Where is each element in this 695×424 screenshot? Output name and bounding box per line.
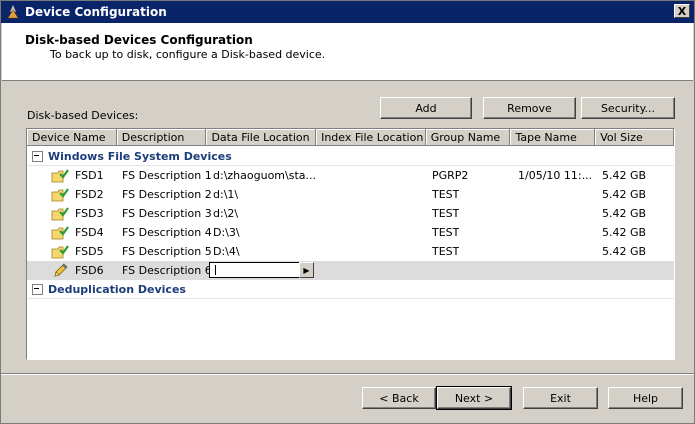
remove-button[interactable]: Remove xyxy=(483,97,576,119)
device-configuration-window: Device Configuration X Disk-based Device… xyxy=(0,0,695,424)
app-icon xyxy=(7,4,19,19)
collapse-icon[interactable] xyxy=(32,283,43,295)
vol-size: 5.42 GB xyxy=(602,245,647,258)
wizard-header: Disk-based Devices Configuration To back… xyxy=(2,23,693,81)
group-row-deduplication[interactable]: Deduplication Devices xyxy=(27,280,674,299)
group-name: TEST xyxy=(432,207,460,220)
vol-size: 5.42 GB xyxy=(602,207,647,220)
folder-check-icon xyxy=(51,188,69,202)
data-file-location: d:\2\ xyxy=(213,207,239,220)
folder-check-icon xyxy=(51,245,69,259)
data-file-location: D:\3\ xyxy=(213,226,240,239)
folder-check-icon xyxy=(51,207,69,221)
device-name: FSD6 xyxy=(75,264,104,277)
devices-grid[interactable]: Device Name Description Data File Locati… xyxy=(26,128,675,360)
column-header-group-name[interactable]: Group Name xyxy=(425,129,511,146)
page-subtitle: To back up to disk, configure a Disk-bas… xyxy=(50,48,326,61)
table-row[interactable]: FSD3 FS Description 3 d:\2\ TEST 5.42 GB xyxy=(27,204,674,223)
device-name: FSD5 xyxy=(75,245,104,258)
folder-check-icon xyxy=(51,226,69,240)
footer-separator xyxy=(1,373,694,375)
back-button[interactable]: < Back xyxy=(362,387,436,409)
page-title: Disk-based Devices Configuration xyxy=(25,33,253,47)
help-button[interactable]: Help xyxy=(608,387,683,409)
device-description: FS Description 2 xyxy=(122,188,212,201)
table-row[interactable]: FSD2 FS Description 2 d:\1\ TEST 5.42 GB xyxy=(27,185,674,204)
title-bar: Device Configuration X xyxy=(1,1,694,23)
play-arrow-icon: ▶ xyxy=(303,265,310,275)
device-description: FS Description 5 xyxy=(122,245,212,258)
group-name: TEST xyxy=(432,226,460,239)
device-description: FS Description 1 xyxy=(122,169,212,182)
data-file-location: d:\1\ xyxy=(213,188,239,201)
column-header-vol-size[interactable]: Vol Size xyxy=(595,129,674,146)
table-row[interactable]: FSD5 FS Description 5 D:\4\ TEST 5.42 GB xyxy=(27,242,674,261)
folder-check-icon xyxy=(51,169,69,183)
device-name: FSD1 xyxy=(75,169,104,182)
group-row-windows-fs[interactable]: Windows File System Devices xyxy=(27,147,674,166)
device-description: FS Description 4 xyxy=(122,226,212,239)
device-name: FSD4 xyxy=(75,226,104,239)
exit-button[interactable]: Exit xyxy=(523,387,598,409)
window-title: Device Configuration xyxy=(25,5,167,19)
data-file-location: D:\4\ xyxy=(213,245,240,258)
group-name: TEST xyxy=(432,188,460,201)
vol-size: 5.42 GB xyxy=(602,226,647,239)
group-name: TEST xyxy=(432,245,460,258)
table-row[interactable]: FSD4 FS Description 4 D:\3\ TEST 5.42 GB xyxy=(27,223,674,242)
column-header-tape-name[interactable]: Tape Name xyxy=(510,129,596,146)
browse-arrow-button[interactable]: ▶ xyxy=(299,262,314,278)
close-icon: X xyxy=(677,4,687,18)
vol-size: 5.42 GB xyxy=(602,188,647,201)
collapse-icon[interactable] xyxy=(32,150,43,162)
add-button[interactable]: Add xyxy=(380,97,472,119)
grid-header: Device Name Description Data File Locati… xyxy=(27,129,674,146)
device-name: FSD3 xyxy=(75,207,104,220)
device-name: FSD2 xyxy=(75,188,104,201)
group-label: Windows File System Devices xyxy=(48,149,232,163)
vol-size: 5.42 GB xyxy=(602,169,647,182)
devices-label: Disk-based Devices: xyxy=(27,109,139,122)
data-file-location: d:\zhaoguom\sta... xyxy=(213,169,316,182)
text-caret xyxy=(215,265,216,275)
tape-name: 1/05/10 11:... xyxy=(518,169,593,182)
column-header-device-name[interactable]: Device Name xyxy=(27,129,117,146)
device-description: FS Description 6 xyxy=(122,264,212,277)
pencil-icon xyxy=(54,263,68,277)
group-label: Deduplication Devices xyxy=(48,282,186,296)
next-button[interactable]: Next > xyxy=(436,386,512,410)
table-row[interactable]: FSD1 FS Description 1 d:\zhaoguom\sta...… xyxy=(27,166,674,185)
device-description: FS Description 3 xyxy=(122,207,212,220)
close-button[interactable]: X xyxy=(674,4,690,18)
table-row-editing[interactable]: FSD6 FS Description 6 ▶ xyxy=(27,261,674,280)
security-button[interactable]: Security... xyxy=(581,97,675,119)
group-name: PGRP2 xyxy=(432,169,469,182)
column-header-description[interactable]: Description xyxy=(116,129,207,146)
column-header-index-file-location[interactable]: Index File Location xyxy=(316,129,426,146)
column-header-data-file-location[interactable]: Data File Location xyxy=(206,129,317,146)
